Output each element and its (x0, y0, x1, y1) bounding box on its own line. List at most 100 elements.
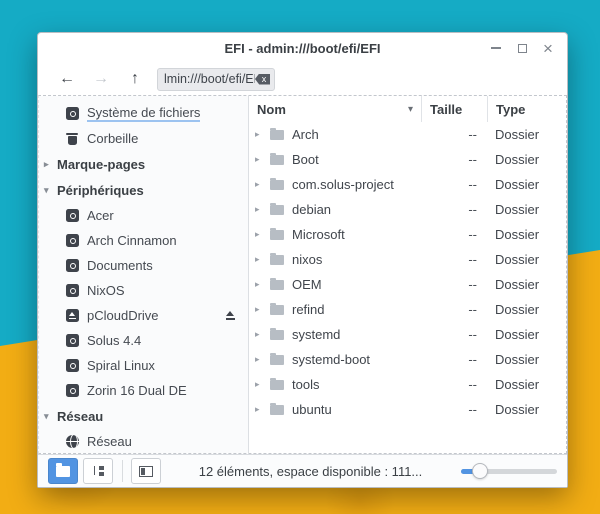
file-name: systemd-boot (292, 352, 370, 367)
close-icon: × (543, 40, 553, 57)
column-header-type[interactable]: Type (487, 96, 566, 122)
sidebar-item-label: NixOS (87, 283, 125, 298)
file-row-tools[interactable]: ▸tools--Dossier (249, 372, 566, 397)
file-row-microsoft[interactable]: ▸Microsoft--Dossier (249, 222, 566, 247)
file-manager-window: EFI - admin:///boot/efi/EFI × ← → ↑ lmin… (37, 32, 568, 488)
sidebar-item-label: Arch Cinnamon (87, 233, 177, 248)
column-header-name[interactable]: Nom ▾ (249, 96, 421, 122)
file-row-systemd[interactable]: ▸systemd--Dossier (249, 322, 566, 347)
sidebar-item-acer[interactable]: Acer (39, 203, 248, 228)
sidebar-section-label: Périphériques (57, 183, 144, 198)
sidebar-item-pclouddrive[interactable]: pCloudDrive (39, 303, 248, 328)
tree-view-button[interactable] (83, 458, 113, 484)
file-row-debian[interactable]: ▸debian--Dossier (249, 197, 566, 222)
forward-button[interactable]: → (84, 67, 118, 91)
minimize-button[interactable] (487, 39, 505, 57)
content-area: Système de fichiersCorbeille▸Marque-page… (38, 95, 567, 454)
expander-icon[interactable]: ▸ (255, 354, 268, 365)
file-row-refind[interactable]: ▸refind--Dossier (249, 297, 566, 322)
sidebar-item-solus-4-4[interactable]: Solus 4.4 (39, 328, 248, 353)
window-title: EFI - admin:///boot/efi/EFI (225, 41, 381, 56)
zoom-slider[interactable] (461, 463, 557, 479)
sidebar-section-peripheriques[interactable]: ▾Périphériques (39, 177, 248, 203)
file-rows: ▸Arch--Dossier▸Boot--Dossier▸com.solus-p… (249, 122, 566, 453)
sidebar-section-marque-pages[interactable]: ▸Marque-pages (39, 151, 248, 177)
expander-icon[interactable]: ▸ (255, 279, 268, 290)
drive-icon (66, 209, 79, 222)
file-name-cell: ▸systemd (249, 327, 421, 342)
file-name: ubuntu (292, 402, 332, 417)
chevron-down-icon[interactable]: ▾ (44, 411, 56, 422)
zoom-slider-handle[interactable] (472, 463, 488, 479)
column-header-size[interactable]: Taille (421, 96, 487, 122)
file-row-arch[interactable]: ▸Arch--Dossier (249, 122, 566, 147)
close-button[interactable]: × (539, 39, 557, 57)
expander-icon[interactable]: ▸ (255, 254, 268, 265)
maximize-button[interactable] (513, 39, 531, 57)
file-list-pane: Nom ▾ Taille Type ▸ Arch -- Dossier ▸ Boot -- D… (249, 96, 566, 453)
tree-view-icon (92, 465, 105, 477)
folder-icon (270, 355, 284, 365)
sidebar-section-label: Réseau (57, 409, 103, 424)
file-size: -- (421, 127, 487, 142)
chevron-down-icon[interactable]: ▾ (44, 185, 56, 196)
sidebar-item-zorin-16-dual-de[interactable]: Zorin 16 Dual DE (39, 378, 248, 403)
maximize-icon (518, 44, 527, 53)
file-size: -- (421, 252, 487, 267)
chevron-right-icon[interactable]: ▸ (44, 159, 56, 170)
back-arrow-icon: ← (59, 70, 75, 88)
file-name-cell: ▸OEM (249, 277, 421, 292)
location-bar-text[interactable]: lmin:///boot/efi/EFI (164, 72, 255, 86)
file-name: tools (292, 377, 319, 392)
icon-view-button[interactable] (48, 458, 78, 484)
expander-icon[interactable]: ▸ (255, 154, 268, 165)
sidebar-item-systeme-de-fichiers[interactable]: Système de fichiers (39, 101, 248, 126)
file-row-com-solus-project[interactable]: ▸com.solus-project--Dossier (249, 172, 566, 197)
folder-icon (270, 255, 284, 265)
expander-icon[interactable]: ▸ (255, 204, 268, 215)
location-bar[interactable]: lmin:///boot/efi/EFI x (157, 68, 275, 91)
file-row-systemd-boot[interactable]: ▸systemd-boot--Dossier (249, 347, 566, 372)
toggle-sidebar-button[interactable] (131, 458, 161, 484)
file-row-oem[interactable]: ▸OEM--Dossier (249, 272, 566, 297)
expander-icon[interactable]: ▸ (255, 404, 268, 415)
file-name: Arch (292, 127, 319, 142)
expander-icon[interactable]: ▸ (255, 329, 268, 340)
file-row-nixos[interactable]: ▸nixos--Dossier (249, 247, 566, 272)
up-button[interactable]: ↑ (118, 67, 152, 91)
file-name-cell: ▸debian (249, 202, 421, 217)
sidebar-item-nixos[interactable]: NixOS (39, 278, 248, 303)
sidebar-section-reseau[interactable]: ▾Réseau (39, 403, 248, 429)
drive-icon (66, 284, 79, 297)
sidebar-item-documents[interactable]: Documents (39, 253, 248, 278)
expander-icon[interactable]: ▸ (255, 304, 268, 315)
sidebar-item-reseau[interactable]: Réseau (39, 429, 248, 453)
sidebar-item-corbeille[interactable]: Corbeille (39, 126, 248, 151)
file-type: Dossier (487, 352, 566, 367)
file-row-ubuntu[interactable]: ▸ubuntu--Dossier (249, 397, 566, 422)
file-name-cell: ▸ ubuntu (249, 402, 421, 417)
file-name: Boot (292, 152, 319, 167)
drive-eject-icon (66, 309, 79, 322)
folder-icon (270, 155, 284, 165)
expander-icon[interactable]: ▸ (255, 179, 268, 190)
expander-icon[interactable]: ▸ (255, 379, 268, 390)
titlebar[interactable]: EFI - admin:///boot/efi/EFI × (38, 33, 567, 63)
file-type: Dossier (487, 177, 566, 192)
file-name-cell: ▸ Arch (249, 127, 421, 142)
expander-icon[interactable]: ▸ (255, 129, 268, 140)
sidebar-item-arch-cinnamon[interactable]: Arch Cinnamon (39, 228, 248, 253)
file-row-boot[interactable]: ▸Boot--Dossier (249, 147, 566, 172)
folder-icon (270, 230, 284, 240)
sidebar-item-spiral-linux[interactable]: Spiral Linux (39, 353, 248, 378)
eject-icon[interactable] (225, 311, 236, 320)
clear-location-icon[interactable]: x (255, 74, 270, 85)
expander-icon[interactable]: ▸ (255, 229, 268, 240)
drive-icon (66, 334, 79, 347)
file-type: Dossier (487, 202, 566, 217)
back-button[interactable]: ← (50, 67, 84, 91)
file-name-cell: ▸ systemd-boot (249, 352, 421, 367)
file-type: Dossier (487, 327, 566, 342)
up-arrow-icon: ↑ (131, 70, 139, 88)
file-type: Dossier (487, 402, 566, 417)
